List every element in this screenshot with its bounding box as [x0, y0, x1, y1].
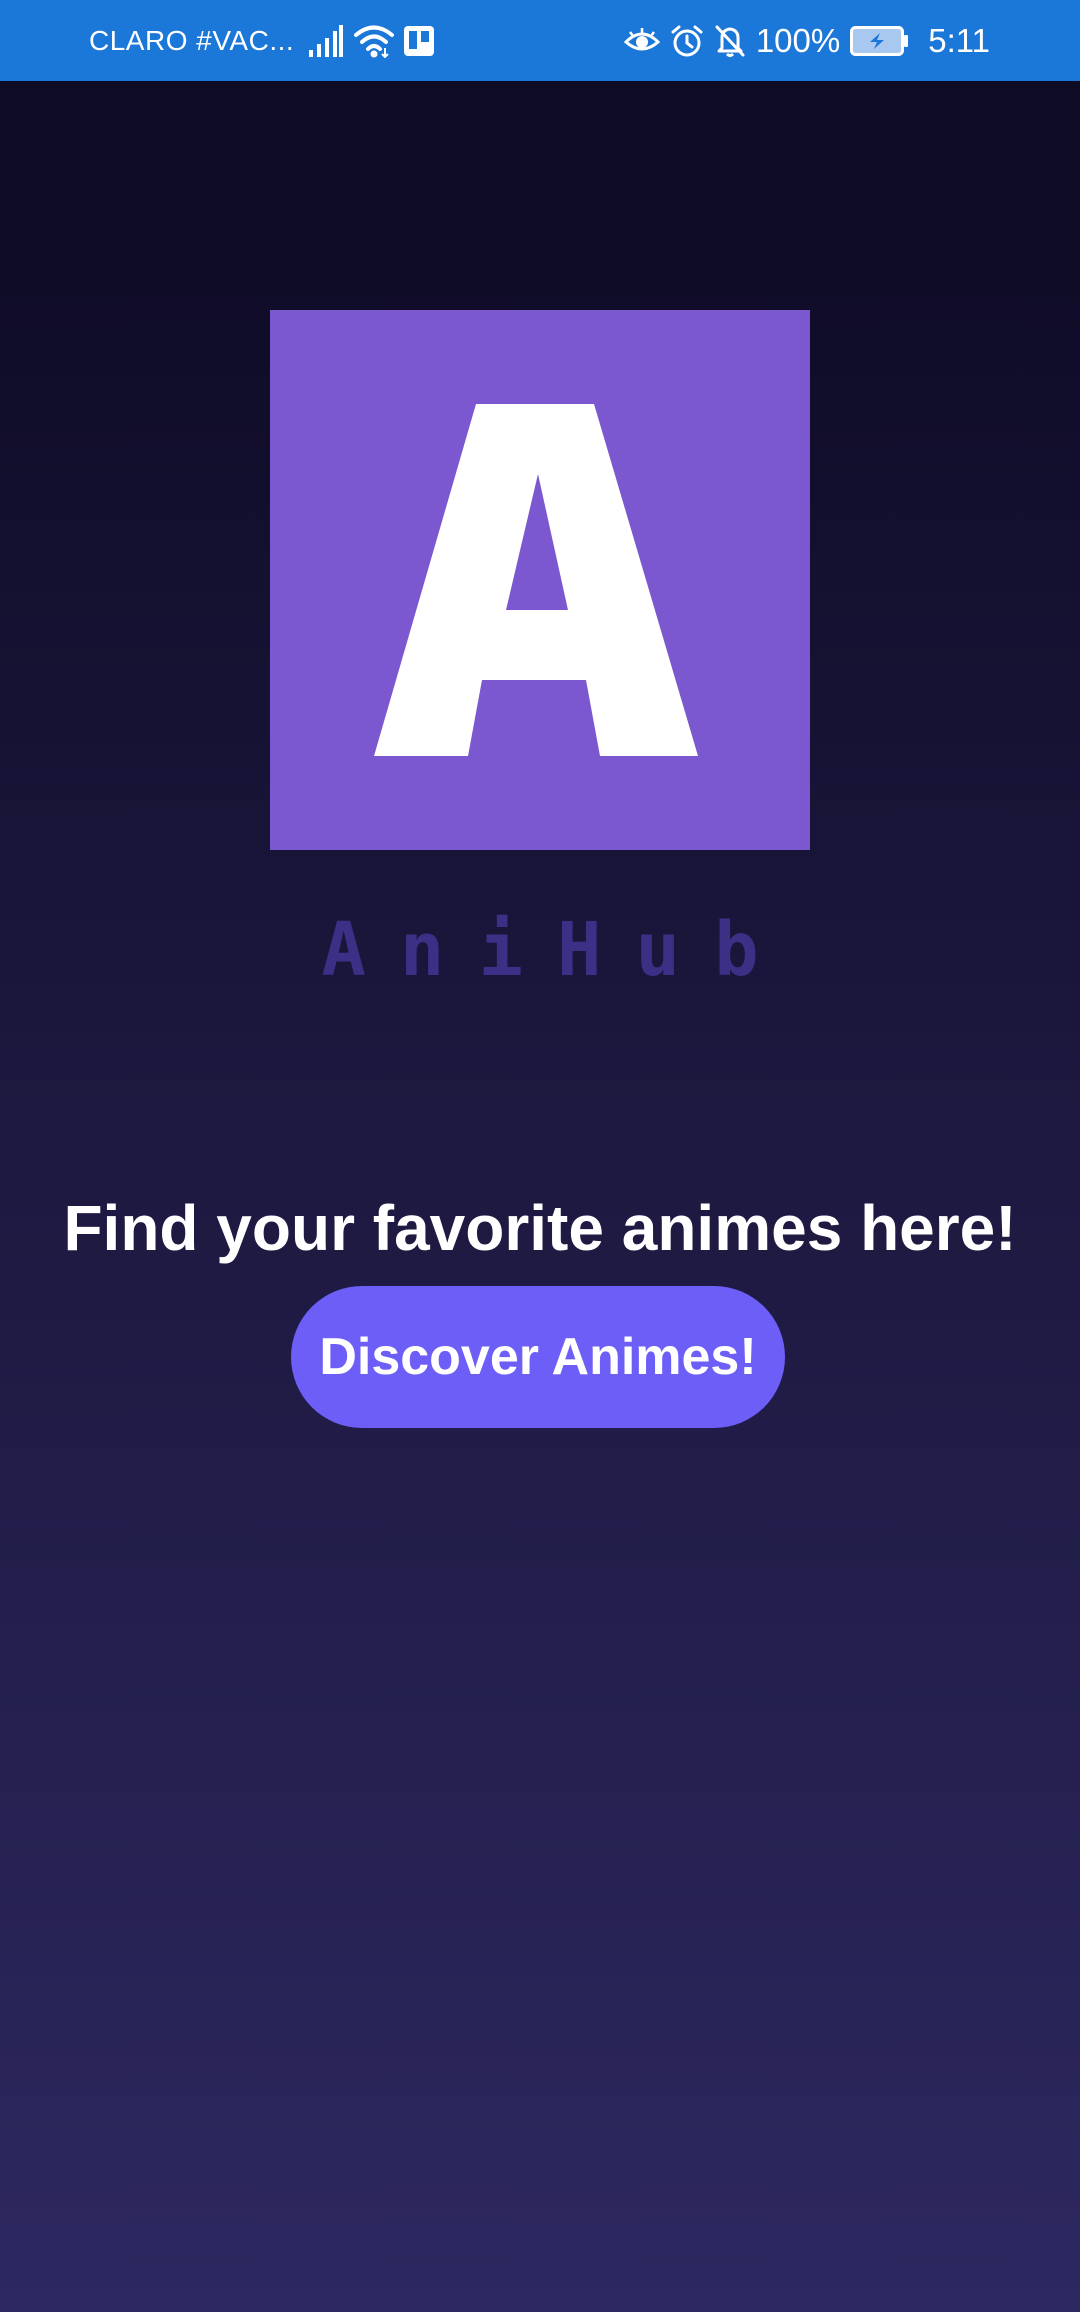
- clock: 5:11: [928, 21, 990, 59]
- battery-charging-icon: [850, 25, 910, 56]
- carrier-name: CLARO #VAC...: [89, 24, 295, 56]
- status-bar-right: 100% 5:11: [623, 0, 990, 81]
- wifi-icon: [354, 24, 394, 58]
- bell-off-icon: [714, 24, 746, 58]
- tagline: Find your favorite animes here!: [63, 1192, 1017, 1264]
- status-bar: CLARO #VAC... 100% 5:11: [0, 0, 1080, 81]
- trello-icon: [404, 25, 434, 56]
- app-name: AniHub: [321, 907, 793, 993]
- signal-icon: [308, 24, 344, 58]
- status-bar-connectivity: [308, 0, 434, 81]
- logo-letter-a-icon: [374, 404, 698, 756]
- battery-percent: 100%: [755, 21, 841, 59]
- alarm-icon: [670, 24, 704, 58]
- eye-icon: [623, 26, 660, 56]
- status-bar-left: CLARO #VAC...: [89, 0, 294, 81]
- app-logo: [270, 310, 810, 850]
- discover-animes-button[interactable]: Discover Animes!: [291, 1286, 785, 1428]
